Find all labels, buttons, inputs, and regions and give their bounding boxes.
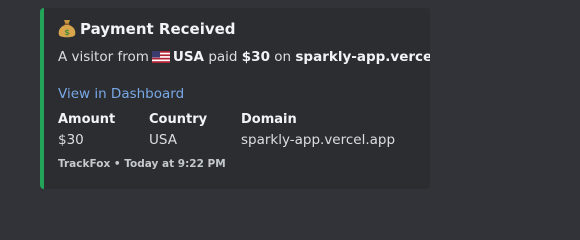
field-country: Country USA xyxy=(149,112,207,149)
field-value: USA xyxy=(149,132,177,148)
field-domain: Domain sparkly-app.vercel.app xyxy=(241,112,395,149)
desc-domain: sparkly-app.vercel.app xyxy=(295,49,430,65)
field-name: Amount xyxy=(58,112,116,127)
footer-timestamp: Today at 9:22 PM xyxy=(124,158,226,170)
desc-amount: $30 xyxy=(241,49,270,65)
payment-embed: $ Payment Received A visitor from USA pa… xyxy=(40,8,430,189)
footer-source: TrackFox xyxy=(58,158,111,170)
view-dashboard-link[interactable]: View in Dashboard xyxy=(58,86,184,102)
field-amount: Amount $30 xyxy=(58,112,115,149)
field-value: sparkly-app.vercel.app xyxy=(241,132,396,148)
footer-separator: • xyxy=(113,158,121,170)
desc-paid: paid xyxy=(208,49,238,65)
embed-description: A visitor from USA paid $30 on sparkly-a… xyxy=(58,49,430,65)
field-name: Domain xyxy=(241,112,297,127)
money-bag-icon: $ xyxy=(58,20,76,38)
field-name: Country xyxy=(149,112,208,127)
embed-title-text: Payment Received xyxy=(80,20,236,38)
field-value: $30 xyxy=(58,132,84,148)
embed-footer: TrackFox • Today at 9:22 PM xyxy=(58,158,226,170)
svg-text:$: $ xyxy=(64,28,70,37)
desc-country: USA xyxy=(172,49,205,65)
desc-prefix: A visitor from xyxy=(58,49,149,65)
desc-on: on xyxy=(274,49,292,65)
us-flag-icon xyxy=(151,51,170,63)
embed-title: $ Payment Received xyxy=(58,19,236,39)
